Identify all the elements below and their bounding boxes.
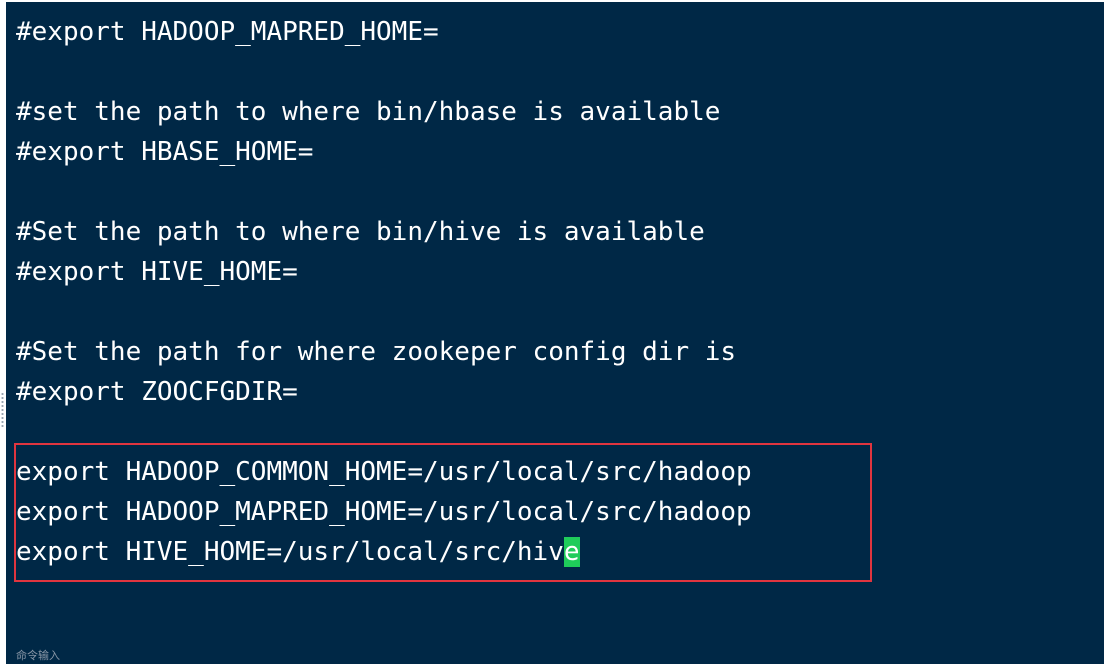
- terminal-line: #export HADOOP_MAPRED_HOME=: [16, 17, 439, 47]
- terminal-line: #Set the path to where bin/hive is avail…: [16, 217, 705, 247]
- highlight-annotation-box: [14, 443, 872, 582]
- terminal-line: #set the path to where bin/hbase is avai…: [16, 97, 721, 127]
- resize-handle[interactable]: [1, 392, 4, 428]
- terminal-editor[interactable]: #export HADOOP_MAPRED_HOME= #set the pat…: [6, 2, 1104, 664]
- terminal-line: #export HBASE_HOME=: [16, 137, 314, 167]
- command-input-label[interactable]: 命令输入: [16, 647, 60, 663]
- terminal-line: #export HIVE_HOME=: [16, 257, 298, 287]
- terminal-line: #Set the path for where zookeper config …: [16, 337, 737, 367]
- terminal-line: #export ZOOCFGDIR=: [16, 377, 298, 407]
